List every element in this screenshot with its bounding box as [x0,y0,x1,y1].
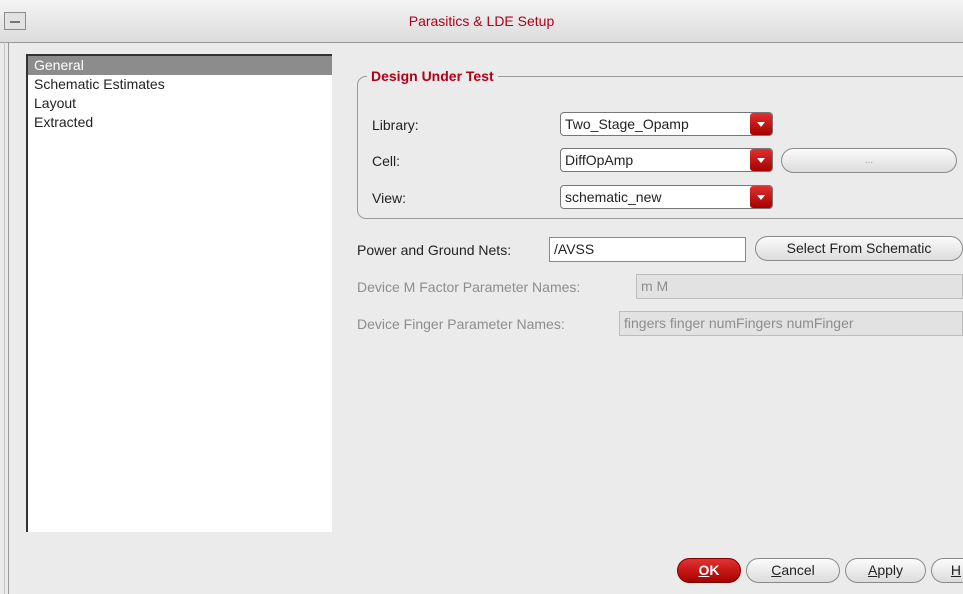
view-value: schematic_new [565,189,662,205]
library-combo[interactable]: Two_Stage_Opamp [560,112,773,136]
help-button[interactable]: H [931,558,963,583]
help-mnemonic: H [950,562,961,578]
nav-item-general[interactable]: General [28,56,332,75]
ok-mnemonic: O [698,562,710,578]
apply-mnemonic: A [867,562,878,578]
finger-input: fingers finger numFingers numFinger [619,311,963,336]
chevron-down-icon[interactable] [750,149,772,171]
cell-label: Cell: [372,153,401,169]
window-title: Parasitics & LDE Setup [408,13,555,29]
nav-item-extracted[interactable]: Extracted [28,113,332,132]
design-under-test-title: Design Under Test [367,68,498,84]
cell-value: DiffOpAmp [565,152,634,168]
apply-button[interactable]: Apply [845,558,926,583]
view-label: View: [372,190,406,206]
view-combo[interactable]: schematic_new [560,185,773,209]
cancel-mnemonic: C [771,562,782,578]
window-border [4,42,5,594]
ok-label-rest: K [709,562,720,578]
nav-item-layout[interactable]: Layout [28,94,332,113]
category-list[interactable]: General Schematic Estimates Layout Extra… [26,54,332,532]
window-border-inner [8,42,9,594]
library-value: Two_Stage_Opamp [565,116,689,132]
title-bar: Parasitics & LDE Setup [0,0,963,43]
ok-button[interactable]: OK [677,558,741,583]
power-ground-label: Power and Ground Nets: [357,242,512,258]
finger-label: Device Finger Parameter Names: [357,316,565,332]
cancel-label-rest: ancel [781,562,815,578]
cell-browse-button[interactable]: ... [781,148,957,173]
cell-combo[interactable]: DiffOpAmp [560,148,773,172]
apply-label-rest: pply [877,562,904,578]
nav-item-schematic-estimates[interactable]: Schematic Estimates [28,75,332,94]
power-ground-input[interactable]: /AVSS [549,237,746,262]
m-factor-input: m M [636,274,963,299]
library-label: Library: [372,117,419,133]
m-factor-label: Device M Factor Parameter Names: [357,279,581,295]
select-from-schematic-button[interactable]: Select From Schematic [755,236,963,261]
chevron-down-icon[interactable] [750,186,772,208]
chevron-down-icon[interactable] [750,113,772,135]
cancel-button[interactable]: Cancel [746,558,840,583]
